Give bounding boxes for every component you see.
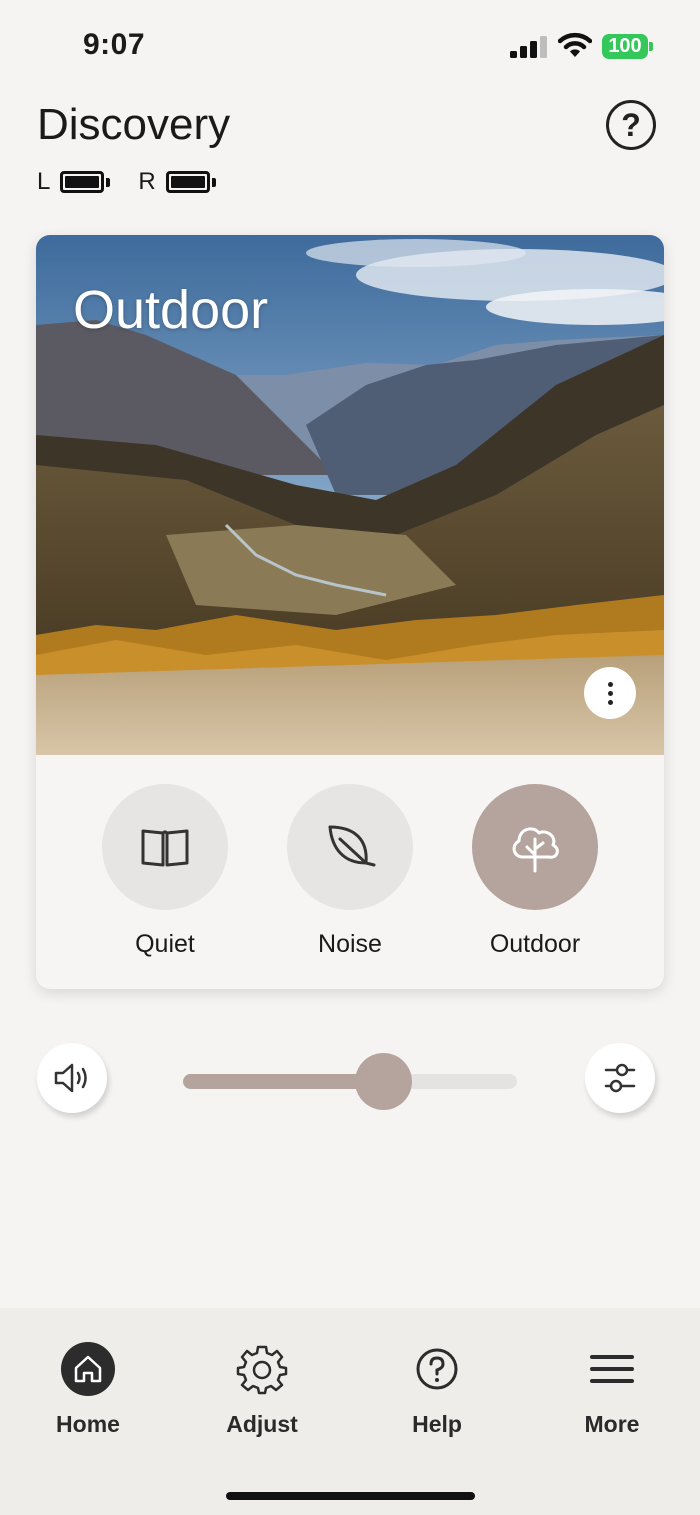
program-outdoor[interactable]: Outdoor: [472, 784, 598, 959]
nav-home-label: Home: [56, 1411, 120, 1437]
volume-button[interactable]: [37, 1043, 107, 1113]
equalizer-button[interactable]: [585, 1043, 655, 1113]
left-aid-label: L: [37, 168, 51, 195]
page-title: Discovery: [37, 100, 231, 149]
help-icon: [416, 1348, 458, 1390]
cellular-signal-icon: [510, 36, 547, 58]
program-title: Outdoor: [73, 280, 269, 340]
speaker-icon: [54, 1063, 87, 1093]
volume-slider[interactable]: [183, 1053, 517, 1110]
nav-home[interactable]: Home: [18, 1341, 158, 1438]
battery-nub: [649, 42, 653, 51]
program-quiet[interactable]: Quiet: [102, 784, 228, 959]
nav-help[interactable]: Help: [367, 1341, 507, 1438]
book-icon: [141, 829, 189, 867]
nav-help-label: Help: [412, 1411, 462, 1437]
bottom-nav: Home Adjust Help More: [0, 1308, 700, 1515]
gear-icon: [236, 1345, 288, 1395]
program-noise[interactable]: Noise: [287, 784, 413, 959]
program-noise-label: Noise: [318, 930, 382, 958]
hearing-aid-battery-row: L R: [37, 168, 244, 196]
more-options-button[interactable]: [584, 667, 636, 719]
nav-adjust[interactable]: Adjust: [192, 1341, 332, 1438]
home-indicator: [226, 1492, 475, 1500]
nav-adjust-label: Adjust: [226, 1411, 298, 1437]
status-bar: 9:07 100: [0, 0, 700, 90]
program-outdoor-circle[interactable]: [472, 784, 598, 910]
volume-slider-thumb[interactable]: [354, 1053, 412, 1110]
nav-more[interactable]: More: [542, 1341, 682, 1438]
left-battery-icon: [60, 171, 111, 193]
program-outdoor-label: Outdoor: [489, 930, 581, 958]
right-aid-label: R: [138, 168, 156, 195]
program-card: Outdoor Quiet Noise Outdoor: [36, 235, 664, 989]
menu-icon: [590, 1355, 634, 1383]
battery-indicator: 100: [602, 34, 648, 59]
program-quiet-label: Quiet: [135, 930, 195, 958]
home-icon: [61, 1342, 115, 1396]
help-button[interactable]: ?: [606, 100, 656, 150]
program-noise-circle[interactable]: [287, 784, 413, 910]
status-time: 9:07: [83, 28, 146, 61]
wifi-icon: [558, 32, 592, 57]
leaf-icon: [328, 825, 376, 867]
sliders-icon: [604, 1063, 636, 1093]
volume-slider-fill: [183, 1074, 384, 1089]
tree-icon: [512, 827, 559, 873]
program-quiet-circle[interactable]: [102, 784, 228, 910]
right-battery-icon: [165, 171, 216, 193]
nav-more-label: More: [584, 1411, 640, 1437]
